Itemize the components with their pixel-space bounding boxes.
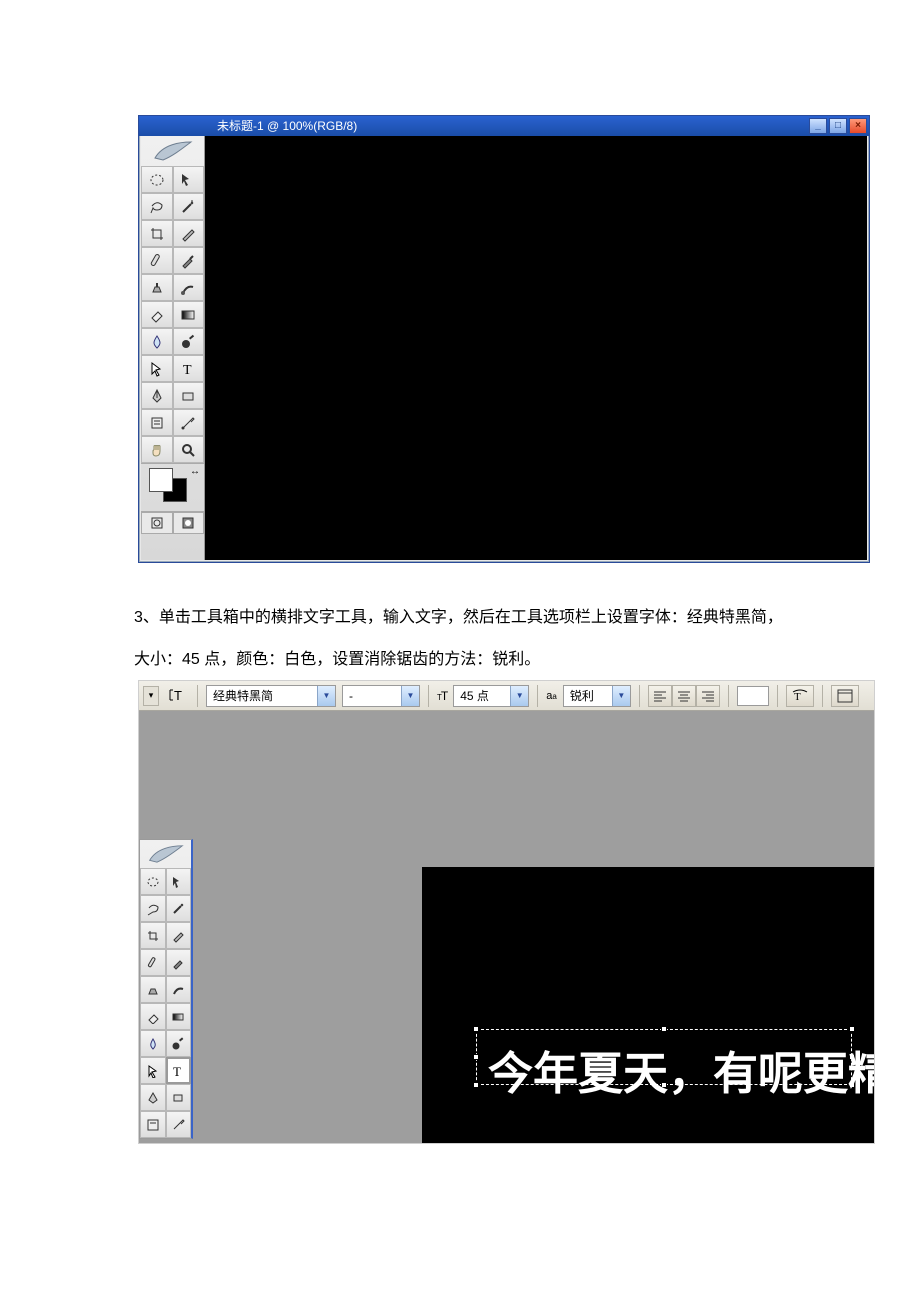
font-size-icon: TT	[437, 689, 447, 703]
photoshop-window-2: ▾ T 经典特黑简 ▼ - ▼ TT 45 点 ▼ aa	[138, 680, 875, 1144]
gradient-tool-icon[interactable]	[166, 1003, 192, 1030]
notes-tool-icon[interactable]	[140, 1111, 166, 1138]
swap-colors-icon[interactable]: ↔	[190, 466, 200, 477]
font-size-select[interactable]: 45 点 ▼	[453, 685, 529, 707]
shape-tool-icon[interactable]	[166, 1084, 192, 1111]
font-family-value: 经典特黑简	[207, 687, 317, 704]
photoshop-window-1: 未标题-1 @ 100%(RGB/8) _ □ ×	[138, 115, 870, 563]
slice-tool-icon[interactable]	[166, 922, 192, 949]
lasso-tool-icon[interactable]	[141, 193, 173, 220]
quickmask-mode-icon[interactable]	[173, 512, 205, 534]
clone-stamp-tool-icon[interactable]	[140, 976, 166, 1003]
align-center-button[interactable]	[672, 685, 696, 707]
text-color-picker[interactable]	[737, 686, 769, 706]
align-left-button[interactable]	[648, 685, 672, 707]
canvas-2[interactable]: 今年夏天，有呢更精彩	[422, 867, 874, 1143]
toolbox: T ↔	[141, 136, 205, 560]
blur-tool-icon[interactable]	[141, 328, 173, 355]
svg-text:T: T	[794, 691, 801, 703]
svg-text:T: T	[173, 1064, 181, 1078]
blur-tool-icon[interactable]	[140, 1030, 166, 1057]
magic-wand-tool-icon[interactable]	[173, 193, 205, 220]
canvas[interactable]	[205, 136, 867, 560]
dodge-tool-icon[interactable]	[173, 328, 205, 355]
window-minimize-button[interactable]: _	[809, 118, 827, 134]
dodge-tool-icon[interactable]	[166, 1030, 192, 1057]
chevron-down-icon: ▼	[317, 686, 335, 706]
text-align-group	[648, 685, 720, 707]
font-style-value: -	[343, 689, 401, 703]
svg-text:T: T	[183, 363, 192, 377]
eraser-tool-icon[interactable]	[141, 301, 173, 328]
standard-mode-icon[interactable]	[141, 512, 173, 534]
magic-wand-tool-icon[interactable]	[166, 895, 192, 922]
crop-tool-icon[interactable]	[140, 922, 166, 949]
caption-line-1: 3、单击工具箱中的横排文字工具，输入文字，然后在工具选项栏上设置字体：经典特黑简…	[134, 603, 874, 633]
notes-tool-icon[interactable]	[141, 409, 173, 436]
pen-tool-icon[interactable]	[141, 382, 173, 409]
chevron-down-icon: ▼	[401, 686, 419, 706]
app-logo-feather-icon	[141, 136, 204, 166]
window-titlebar[interactable]: 未标题-1 @ 100%(RGB/8) _ □ ×	[139, 116, 869, 136]
align-right-button[interactable]	[696, 685, 720, 707]
chevron-down-icon: ▼	[612, 686, 630, 706]
marquee-tool-icon[interactable]	[140, 868, 166, 895]
marquee-tool-icon[interactable]	[141, 166, 173, 193]
foreground-color-swatch[interactable]	[149, 468, 173, 492]
path-select-tool-icon[interactable]	[141, 355, 173, 382]
type-tool-icon[interactable]: T	[173, 355, 205, 382]
path-select-tool-icon[interactable]	[140, 1057, 166, 1084]
font-family-select[interactable]: 经典特黑简 ▼	[206, 685, 336, 707]
color-swatch[interactable]: ↔	[141, 463, 204, 511]
clone-stamp-tool-icon[interactable]	[141, 274, 173, 301]
brush-tool-icon[interactable]	[166, 949, 192, 976]
text-options-bar: ▾ T 经典特黑简 ▼ - ▼ TT 45 点 ▼ aa	[139, 681, 874, 711]
eraser-tool-icon[interactable]	[140, 1003, 166, 1030]
anti-alias-value: 锐利	[564, 687, 612, 704]
crop-tool-icon[interactable]	[141, 220, 173, 247]
chevron-down-icon: ▼	[510, 686, 528, 706]
move-tool-icon[interactable]	[173, 166, 205, 193]
window-title: 未标题-1 @ 100%(RGB/8)	[217, 119, 357, 133]
pen-tool-icon[interactable]	[140, 1084, 166, 1111]
toolbox-2: T	[139, 839, 193, 1139]
history-brush-tool-icon[interactable]	[173, 274, 205, 301]
healing-brush-tool-icon[interactable]	[141, 247, 173, 274]
gradient-tool-icon[interactable]	[173, 301, 205, 328]
anti-alias-icon: aa	[546, 690, 557, 702]
tool-preset-dropdown[interactable]: ▾	[143, 686, 159, 706]
eyedropper-tool-icon[interactable]	[173, 409, 205, 436]
history-brush-tool-icon[interactable]	[166, 976, 192, 1003]
font-size-value: 45 点	[454, 687, 510, 704]
brush-tool-icon[interactable]	[173, 247, 205, 274]
svg-text:T: T	[174, 688, 182, 703]
slice-tool-icon[interactable]	[173, 220, 205, 247]
character-panel-button[interactable]	[831, 685, 859, 707]
healing-brush-tool-icon[interactable]	[140, 949, 166, 976]
window-maximize-button[interactable]: □	[829, 118, 847, 134]
app-logo-feather-icon	[140, 840, 191, 868]
eyedropper-tool-icon[interactable]	[166, 1111, 192, 1138]
type-tool-icon[interactable]: T	[166, 1057, 192, 1084]
shape-tool-icon[interactable]	[173, 382, 205, 409]
window-close-button[interactable]: ×	[849, 118, 867, 134]
zoom-tool-icon[interactable]	[173, 436, 205, 463]
lasso-tool-icon[interactable]	[140, 895, 166, 922]
move-tool-icon[interactable]	[166, 868, 192, 895]
warp-text-button[interactable]: T	[786, 685, 814, 707]
caption-line-2: 大小：45 点，颜色：白色，设置消除锯齿的方法：锐利。	[134, 645, 874, 675]
text-layer-content[interactable]: 今年夏天，有呢更精彩	[484, 1037, 875, 1102]
hand-tool-icon[interactable]	[141, 436, 173, 463]
font-style-select[interactable]: - ▼	[342, 685, 420, 707]
anti-alias-select[interactable]: 锐利 ▼	[563, 685, 631, 707]
text-orientation-toggle-icon[interactable]: T	[165, 685, 189, 707]
